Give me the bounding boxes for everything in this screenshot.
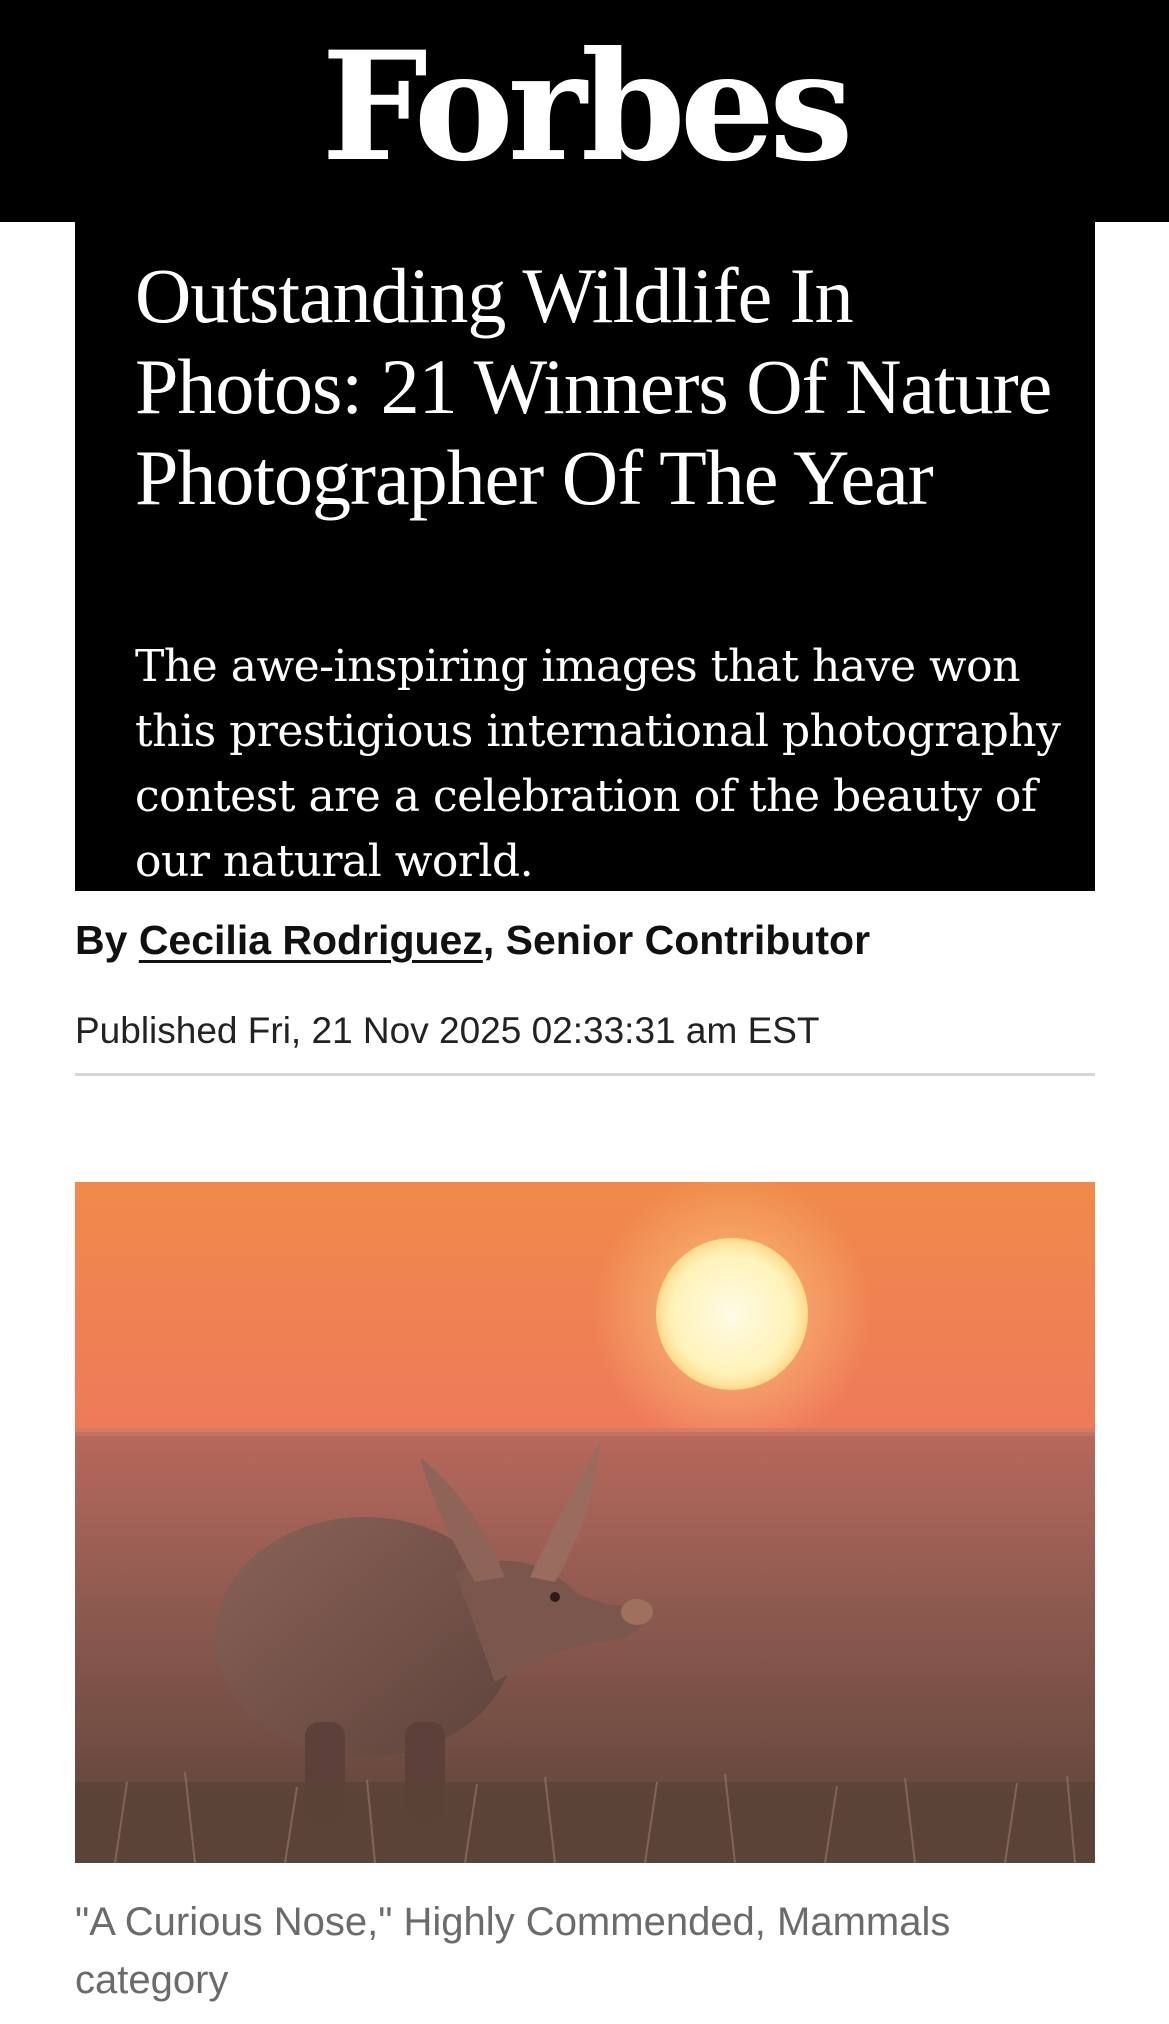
- article-headline: Outstanding Wildlife In Photos: 21 Winne…: [135, 252, 1052, 521]
- article-dek: The awe-inspiring images that have won t…: [135, 641, 1061, 887]
- byline: By Cecilia Rodriguez, Senior Contributor: [75, 912, 870, 968]
- masthead: Forbes: [0, 0, 1169, 222]
- photo-caption: "A Curious Nose," Highly Commended, Mamm…: [75, 1900, 951, 2002]
- forbes-logo[interactable]: Forbes: [0, 22, 1169, 192]
- byline-prefix: By: [75, 917, 128, 963]
- author-role: , Senior Contributor: [482, 917, 871, 963]
- divider: [75, 1073, 1095, 1076]
- published-date: Published Fri, 21 Nov 2025 02:33:31 am E…: [75, 1010, 820, 1051]
- headline-block: Outstanding Wildlife In Photos: 21 Winne…: [75, 222, 1095, 891]
- article-page: Forbes Outstanding Wildlife In Photos: 2…: [0, 0, 1169, 2024]
- aardvark-at-sunset-photo[interactable]: [75, 1182, 1095, 1863]
- author-link[interactable]: Cecilia Rodriguez: [139, 917, 483, 963]
